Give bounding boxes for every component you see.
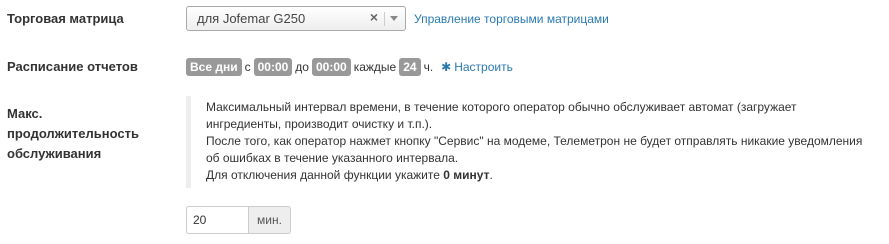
help-text-line: Для отключения данной функции укажите 0 …: [206, 167, 876, 184]
help-text-emphasis: 0 минут: [443, 168, 490, 182]
help-text-line: Максимальный интервал времени, в течение…: [206, 100, 797, 114]
help-text-line: об ошибках в течение указанного интервал…: [206, 151, 459, 165]
help-text-line: ингредиенты, производит очистку и т.п.).: [206, 117, 433, 131]
help-text-line: После того, как оператор нажмет кнопку "…: [206, 134, 863, 148]
configure-schedule-link[interactable]: Настроить: [454, 60, 513, 74]
maintenance-help-note: Максимальный интервал времени, в течение…: [186, 96, 876, 188]
schedule-from-text: с: [244, 60, 251, 74]
help-text-prefix: Для отключения данной функции укажите: [206, 168, 444, 182]
maintenance-duration-group: мин.: [186, 206, 291, 234]
schedule-to-text: до: [295, 60, 309, 74]
schedule-days-badge: Все дни: [186, 58, 242, 76]
maintenance-label: Макс. продолжительность обслуживания: [7, 104, 167, 164]
schedule-to-time-badge: 00:00: [311, 58, 351, 76]
maintenance-label-line: обслуживания: [7, 146, 102, 161]
help-text-suffix: .: [489, 168, 493, 182]
clear-icon[interactable]: ×: [370, 9, 378, 25]
matrix-select[interactable]: для Jofemar G250 ×: [186, 6, 406, 31]
maintenance-label-line: продолжительность: [7, 126, 139, 141]
schedule-summary: Все дни с 00:00 до 00:00 каждые 24 ч. ✱ …: [186, 58, 513, 76]
duration-unit-addon: мин.: [249, 206, 291, 234]
manage-matrices-link[interactable]: Управление торговыми матрицами: [414, 12, 609, 26]
schedule-every-text: каждые: [353, 60, 397, 74]
matrix-selected-value: для Jofemar G250: [197, 11, 306, 26]
schedule-interval-badge: 24: [399, 58, 421, 76]
schedule-from-time-badge: 00:00: [253, 58, 293, 76]
schedule-unit-text: ч.: [423, 60, 434, 74]
schedule-label: Расписание отчетов: [7, 59, 138, 74]
maintenance-label-line: Макс.: [7, 106, 43, 121]
matrix-label: Торговая матрица: [7, 11, 124, 26]
chevron-down-icon[interactable]: [390, 16, 398, 21]
maintenance-duration-input[interactable]: [186, 206, 249, 234]
select-divider: [384, 12, 385, 26]
gear-icon[interactable]: ✱: [441, 60, 451, 74]
